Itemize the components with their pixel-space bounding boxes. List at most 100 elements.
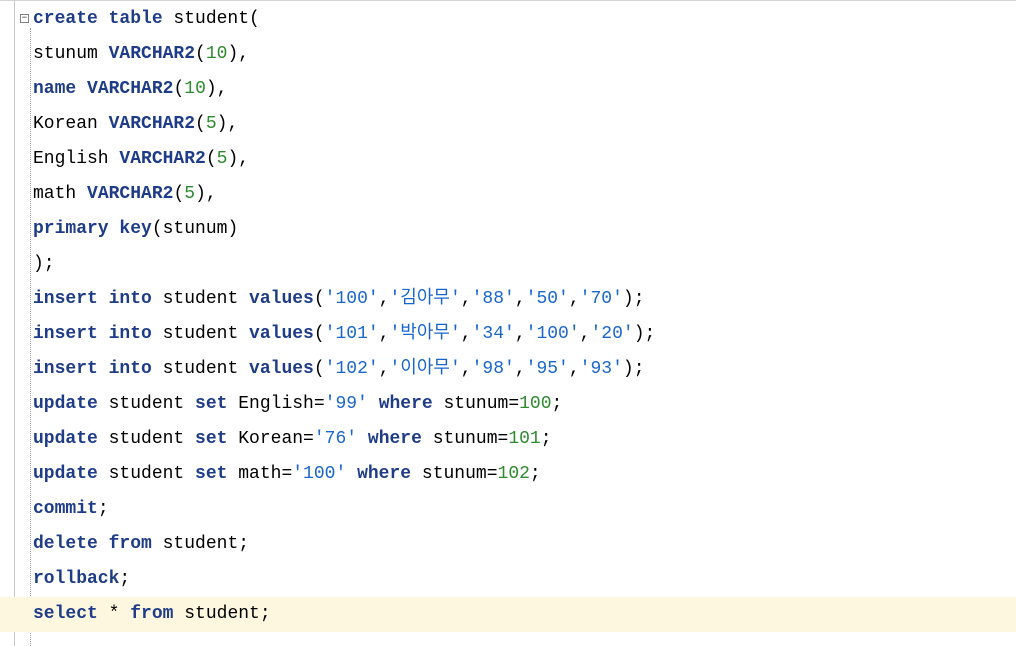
sql-keyword: VARCHAR2: [87, 184, 174, 204]
sql-text: ;: [97, 499, 109, 519]
sql-text: student: [151, 359, 250, 379]
sql-string: '102': [324, 359, 379, 379]
sql-text: (: [313, 289, 325, 309]
sql-text: (: [205, 149, 217, 169]
sql-keyword: from: [130, 604, 174, 624]
sql-text: *: [97, 604, 131, 624]
code-line[interactable]: stunum VARCHAR2(10),: [0, 37, 1016, 72]
sql-text: ),: [227, 149, 250, 169]
sql-keyword: VARCHAR2: [108, 114, 196, 134]
sql-string: '김아무': [389, 289, 461, 309]
sql-string: '34': [471, 324, 515, 344]
sql-text: math: [33, 184, 88, 204]
sql-text: Korean=: [227, 429, 314, 449]
sql-keyword: select: [33, 604, 98, 624]
sql-text: (: [173, 184, 185, 204]
sql-keyword: values: [249, 324, 314, 344]
sql-text: (: [195, 114, 206, 134]
sql-number: 5: [205, 114, 217, 134]
sql-string: '93': [579, 359, 623, 379]
code-line[interactable]: update student set Korean='76' where stu…: [0, 422, 1016, 457]
sql-string: '99': [324, 394, 368, 414]
sql-text: );: [33, 254, 55, 274]
sql-number: 100: [519, 394, 552, 414]
sql-string: '100': [324, 289, 379, 309]
sql-keyword: set: [195, 394, 228, 414]
sql-number: 101: [508, 429, 541, 449]
sql-number: 102: [497, 464, 530, 484]
sql-text: ),: [216, 114, 239, 134]
sql-keyword: insert into: [33, 324, 152, 344]
sql-text: student: [151, 289, 250, 309]
sql-text: (: [173, 79, 185, 99]
sql-number: 10: [205, 44, 228, 64]
code-line[interactable]: insert into student values('102','이아무','…: [0, 352, 1016, 387]
sql-string: '100': [525, 324, 580, 344]
sql-text: );: [622, 289, 645, 309]
sql-keyword: VARCHAR2: [108, 44, 196, 64]
sql-text: student(: [162, 9, 260, 29]
code-line[interactable]: Korean VARCHAR2(5),: [0, 107, 1016, 142]
sql-string: '95': [525, 359, 569, 379]
code-line[interactable]: insert into student values('100','김아무','…: [0, 282, 1016, 317]
sql-keyword: update: [33, 394, 98, 414]
sql-keyword: insert into: [33, 289, 152, 309]
sql-keyword: create table: [33, 9, 163, 29]
sql-string: '100': [292, 464, 347, 484]
sql-text: (stunum): [151, 219, 239, 239]
sql-string: '박아무': [389, 324, 461, 344]
top-border: [0, 0, 1016, 1]
code-line[interactable]: name VARCHAR2(10),: [0, 72, 1016, 107]
sql-text: ;: [551, 394, 563, 414]
sql-string: '50': [525, 289, 569, 309]
sql-text: Korean: [33, 114, 109, 134]
sql-keyword: commit: [33, 499, 98, 519]
sql-text: ;: [529, 464, 541, 484]
sql-text: ,: [460, 359, 472, 379]
sql-text: stunum=: [432, 394, 520, 414]
sql-text: student;: [151, 534, 250, 554]
sql-text: ;: [119, 569, 131, 589]
sql-text: (: [313, 324, 325, 344]
code-line[interactable]: update student set math='100' where stun…: [0, 457, 1016, 492]
code-line[interactable]: English VARCHAR2(5),: [0, 142, 1016, 177]
sql-text: ,: [378, 359, 390, 379]
sql-number: 5: [216, 149, 228, 169]
code-line[interactable]: insert into student values('101','박아무','…: [0, 317, 1016, 352]
code-line[interactable]: update student set English='99' where st…: [0, 387, 1016, 422]
sql-text: stunum=: [421, 429, 509, 449]
sql-keyword: where: [357, 464, 412, 484]
sql-text: ,: [378, 324, 390, 344]
sql-text: ,: [568, 359, 580, 379]
sql-keyword: update: [33, 464, 98, 484]
sql-string: '101': [324, 324, 379, 344]
code-line[interactable]: commit;: [0, 492, 1016, 527]
sql-text: ,: [514, 324, 526, 344]
sql-keyword: where: [378, 394, 433, 414]
code-line[interactable]: select * from student;: [0, 597, 1016, 632]
sql-string: '76': [313, 429, 358, 449]
sql-string: '이아무': [389, 359, 461, 379]
sql-text: stunum: [33, 44, 109, 64]
sql-keyword: name: [33, 79, 77, 99]
code-line[interactable]: primary key(stunum): [0, 212, 1016, 247]
sql-keyword: insert into: [33, 359, 152, 379]
sql-text: ),: [195, 184, 217, 204]
sql-keyword: set: [195, 464, 228, 484]
sql-editor[interactable]: − create table student(stunum VARCHAR2(1…: [0, 0, 1016, 646]
code-line[interactable]: math VARCHAR2(5),: [0, 177, 1016, 212]
sql-text: ),: [205, 79, 228, 99]
code-line[interactable]: create table student(: [0, 2, 1016, 37]
code-line[interactable]: rollback;: [0, 562, 1016, 597]
sql-keyword: where: [367, 429, 422, 449]
sql-text: (: [313, 359, 325, 379]
sql-number: 5: [184, 184, 196, 204]
sql-string: '70': [579, 289, 623, 309]
sql-keyword: VARCHAR2: [119, 149, 206, 169]
sql-text: ,: [460, 324, 472, 344]
code-line[interactable]: delete from student;: [0, 527, 1016, 562]
code-line[interactable]: );: [0, 247, 1016, 282]
sql-text: English: [33, 149, 120, 169]
